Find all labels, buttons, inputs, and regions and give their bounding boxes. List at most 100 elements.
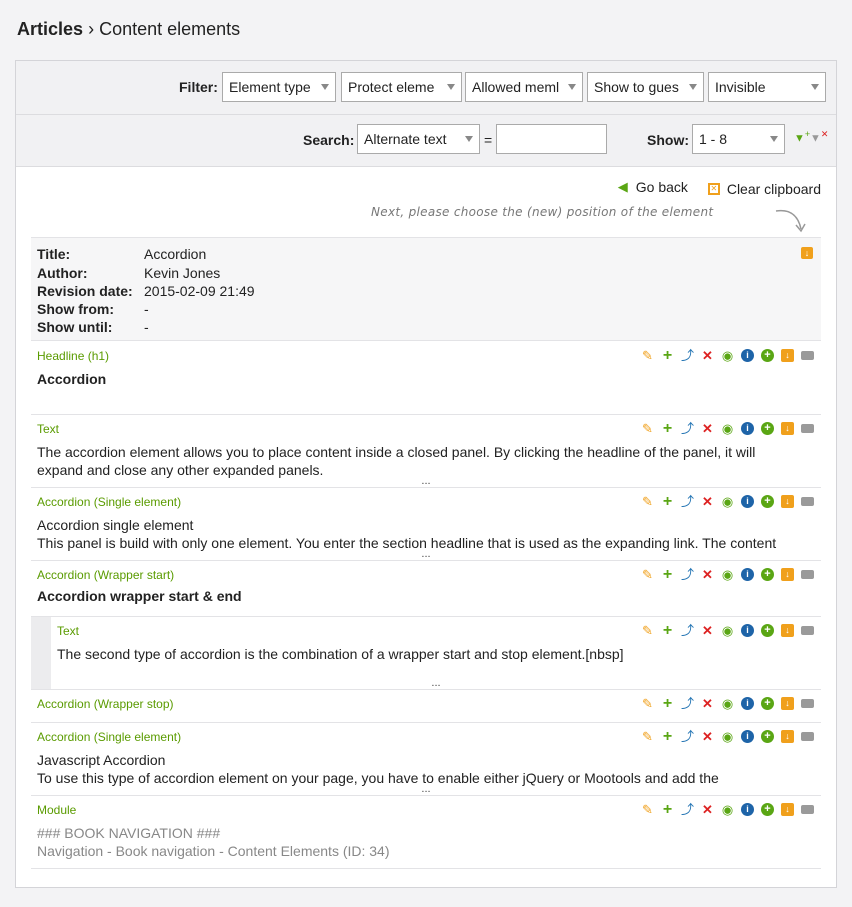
- delete-icon[interactable]: ✕: [701, 730, 714, 743]
- paste-icon[interactable]: ↓: [781, 349, 794, 362]
- paste-icon[interactable]: ↓: [781, 495, 794, 508]
- edit-icon[interactable]: ✎: [641, 422, 654, 435]
- delete-icon[interactable]: ✕: [701, 697, 714, 710]
- content-element-row: Accordion (Single element) Accordion sin…: [31, 488, 821, 561]
- drag-handle-icon[interactable]: [801, 497, 814, 506]
- filter-allowed-members-select[interactable]: Allowed meml: [465, 72, 583, 102]
- content-element-row: Accordion (Wrapper stop) ✎ + ⤴ ✕ ◉ i + ↓: [31, 690, 821, 723]
- add-icon[interactable]: +: [661, 348, 674, 364]
- info-icon[interactable]: i: [741, 495, 754, 508]
- info-icon[interactable]: i: [741, 422, 754, 435]
- paste-icon[interactable]: ↓: [781, 697, 794, 710]
- cut-icon[interactable]: ⤴: [681, 349, 694, 362]
- insert-after-icon[interactable]: +: [761, 568, 774, 581]
- show-range-select[interactable]: 1 - 8: [692, 124, 785, 154]
- edit-icon[interactable]: ✎: [641, 803, 654, 816]
- paste-into-top-icon[interactable]: ↓: [801, 247, 813, 259]
- drag-handle-icon[interactable]: [801, 351, 814, 360]
- truncated-ellipsis: ...: [421, 783, 431, 795]
- insert-after-icon[interactable]: +: [761, 624, 774, 637]
- paste-icon[interactable]: ↓: [781, 624, 794, 637]
- breadcrumb-parent[interactable]: Articles: [17, 19, 83, 39]
- drag-handle-icon[interactable]: [801, 805, 814, 814]
- delete-icon[interactable]: ✕: [701, 349, 714, 362]
- cut-icon[interactable]: ⤴: [681, 568, 694, 581]
- insert-after-icon[interactable]: +: [761, 730, 774, 743]
- element-type-label: Accordion (Wrapper stop): [37, 697, 174, 711]
- delete-icon[interactable]: ✕: [701, 495, 714, 508]
- insert-after-icon[interactable]: +: [761, 422, 774, 435]
- toggle-visibility-icon[interactable]: ◉: [721, 422, 734, 435]
- cut-icon[interactable]: ⤴: [681, 624, 694, 637]
- cut-icon[interactable]: ⤴: [681, 697, 694, 710]
- content-element-row: Headline (h1) Accordion ✎ + ⤴ ✕ ◉ i + ↓: [31, 342, 821, 415]
- cut-icon[interactable]: ⤴: [681, 730, 694, 743]
- delete-icon[interactable]: ✕: [701, 803, 714, 816]
- edit-icon[interactable]: ✎: [641, 624, 654, 637]
- delete-icon[interactable]: ✕: [701, 422, 714, 435]
- add-icon[interactable]: +: [661, 494, 674, 510]
- toggle-visibility-icon[interactable]: ◉: [721, 624, 734, 637]
- filter-show-to-guests-select[interactable]: Show to gues: [587, 72, 704, 102]
- edit-icon[interactable]: ✎: [641, 349, 654, 362]
- add-icon[interactable]: +: [661, 567, 674, 583]
- clear-clipboard-button[interactable]: ✕ Clear clipboard: [707, 181, 821, 197]
- info-icon[interactable]: i: [741, 697, 754, 710]
- paste-icon[interactable]: ↓: [781, 568, 794, 581]
- info-icon[interactable]: i: [741, 349, 754, 362]
- drag-handle-icon[interactable]: [801, 424, 814, 433]
- element-action-icons: ✎ + ⤴ ✕ ◉ i + ↓: [641, 696, 814, 712]
- filter-bar: Filter: Element type Protect eleme Allow…: [16, 61, 836, 115]
- truncated-ellipsis: ...: [431, 677, 441, 689]
- toggle-visibility-icon[interactable]: ◉: [721, 803, 734, 816]
- insert-after-icon[interactable]: +: [761, 697, 774, 710]
- toggle-visibility-icon[interactable]: ◉: [721, 730, 734, 743]
- add-icon[interactable]: +: [661, 421, 674, 437]
- toggle-visibility-icon[interactable]: ◉: [721, 349, 734, 362]
- paste-position-note: Next, please choose the (new) position o…: [371, 205, 714, 219]
- insert-after-icon[interactable]: +: [761, 349, 774, 362]
- edit-icon[interactable]: ✎: [641, 568, 654, 581]
- search-input[interactable]: [496, 124, 607, 154]
- add-icon[interactable]: +: [661, 802, 674, 818]
- clear-clipboard-icon: ✕: [707, 183, 720, 195]
- insert-after-icon[interactable]: +: [761, 495, 774, 508]
- drag-handle-icon[interactable]: [801, 626, 814, 635]
- element-content: ### BOOK NAVIGATION ### Navigation - Book…: [37, 825, 390, 859]
- search-field-select[interactable]: Alternate text: [357, 124, 480, 154]
- paste-icon[interactable]: ↓: [781, 803, 794, 816]
- back-arrow-icon: ◀: [617, 179, 628, 194]
- info-icon[interactable]: i: [741, 624, 754, 637]
- drag-handle-icon[interactable]: [801, 699, 814, 708]
- toggle-visibility-icon[interactable]: ◉: [721, 495, 734, 508]
- toggle-visibility-icon[interactable]: ◉: [721, 697, 734, 710]
- info-icon[interactable]: i: [741, 730, 754, 743]
- cut-icon[interactable]: ⤴: [681, 803, 694, 816]
- add-icon[interactable]: +: [661, 729, 674, 745]
- filter-element-type-select[interactable]: Element type: [222, 72, 336, 102]
- drag-handle-icon[interactable]: [801, 732, 814, 741]
- paste-icon[interactable]: ↓: [781, 730, 794, 743]
- edit-icon[interactable]: ✎: [641, 697, 654, 710]
- cut-icon[interactable]: ⤴: [681, 422, 694, 435]
- edit-icon[interactable]: ✎: [641, 730, 654, 743]
- cut-icon[interactable]: ⤴: [681, 495, 694, 508]
- filter-protect-select[interactable]: Protect eleme: [341, 72, 462, 102]
- go-back-button[interactable]: ◀ Go back: [618, 179, 688, 195]
- delete-icon[interactable]: ✕: [701, 568, 714, 581]
- add-icon[interactable]: +: [661, 623, 674, 639]
- edit-icon[interactable]: ✎: [641, 495, 654, 508]
- paste-icon[interactable]: ↓: [781, 422, 794, 435]
- reset-filter-icon[interactable]: ▼✕: [810, 129, 828, 145]
- apply-filter-icon[interactable]: ▼+: [794, 129, 810, 145]
- add-icon[interactable]: +: [661, 696, 674, 712]
- insert-after-icon[interactable]: +: [761, 803, 774, 816]
- chevron-down-icon: [811, 84, 819, 90]
- drag-handle-icon[interactable]: [801, 570, 814, 579]
- filter-invisible-select[interactable]: Invisible: [708, 72, 826, 102]
- breadcrumb-current: Content elements: [99, 19, 241, 39]
- delete-icon[interactable]: ✕: [701, 624, 714, 637]
- info-icon[interactable]: i: [741, 568, 754, 581]
- info-icon[interactable]: i: [741, 803, 754, 816]
- toggle-visibility-icon[interactable]: ◉: [721, 568, 734, 581]
